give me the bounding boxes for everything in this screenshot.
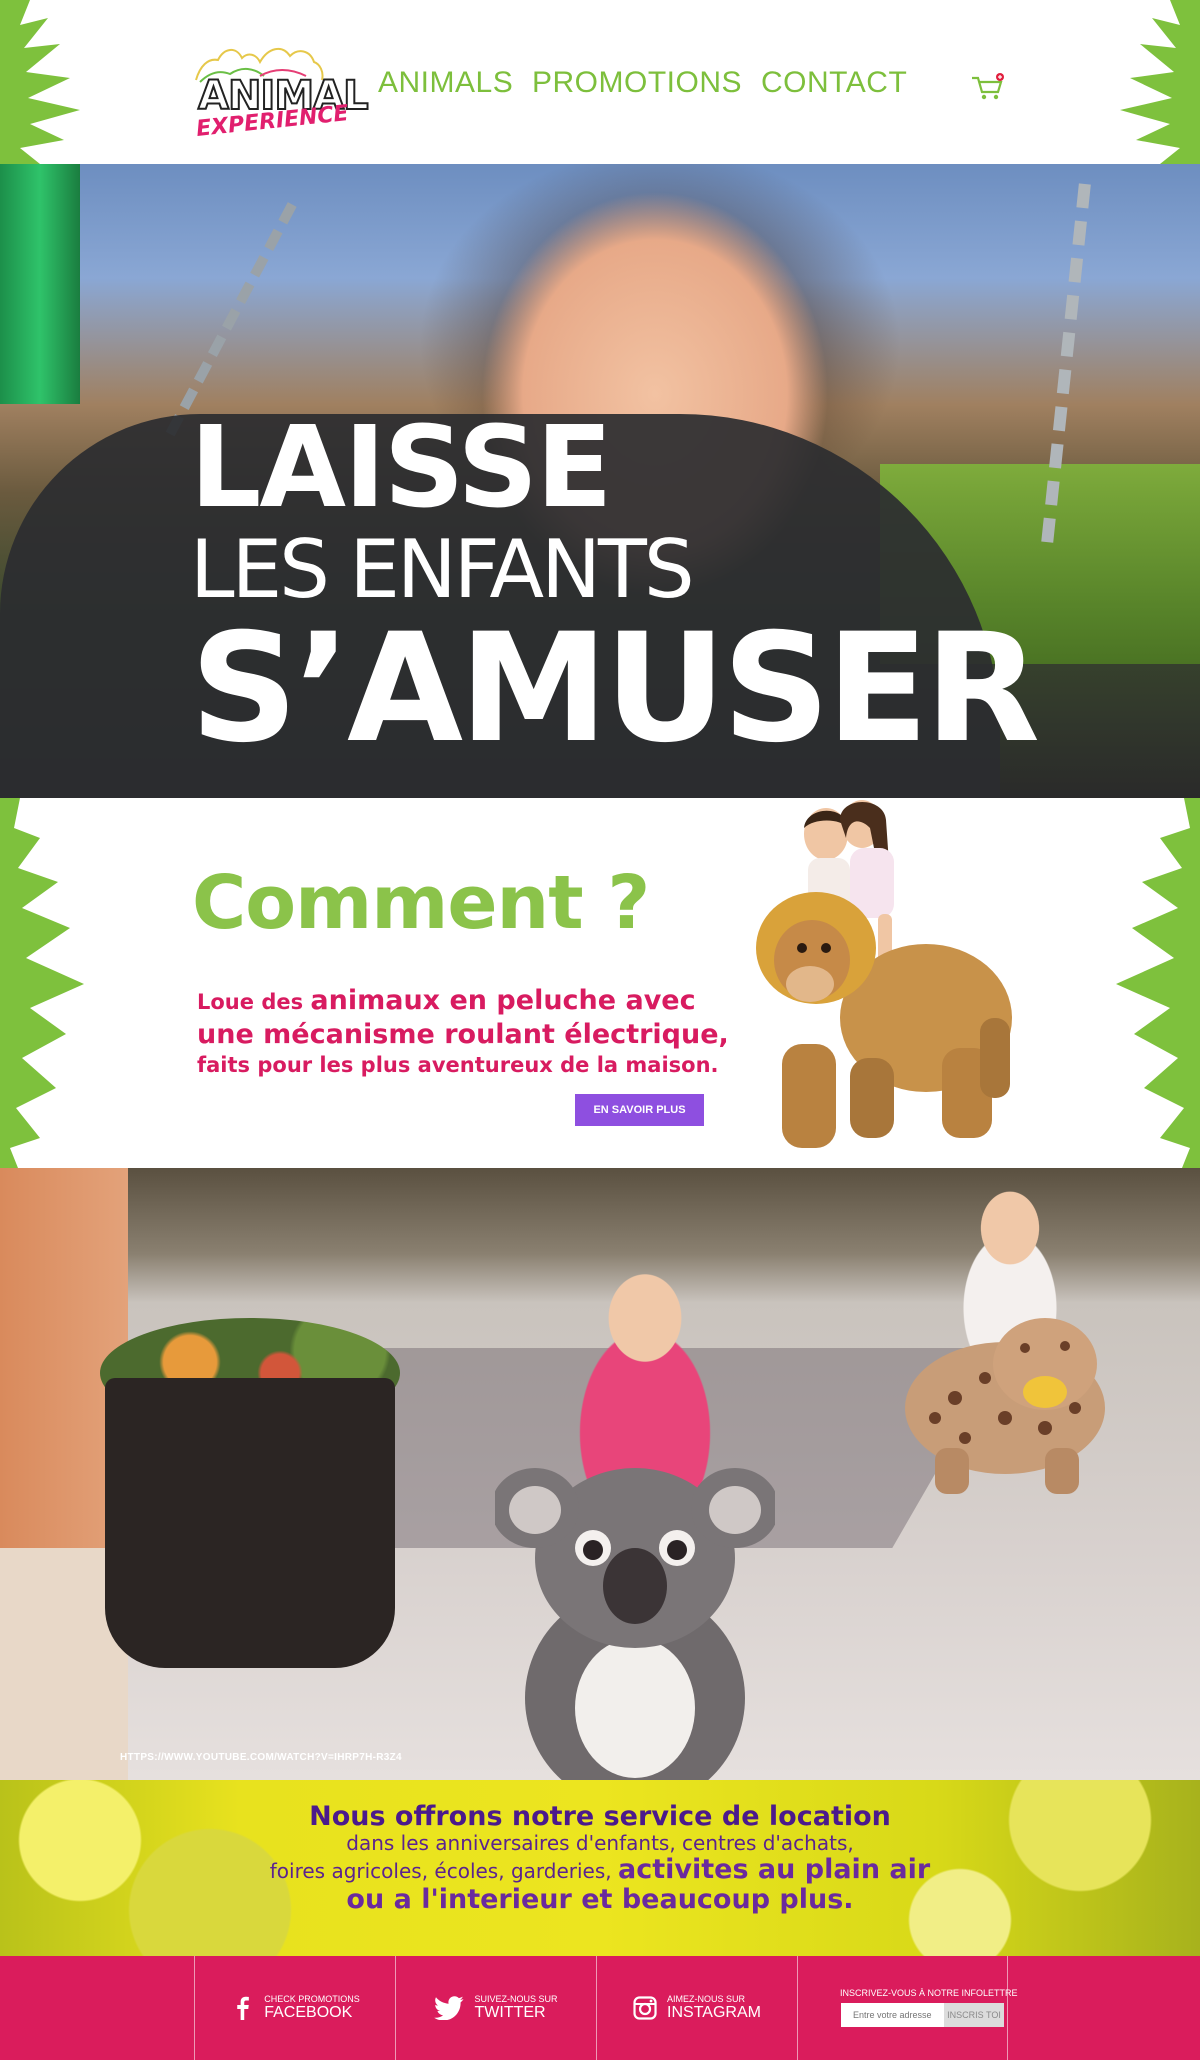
leopard-plush-image (905, 1318, 1105, 1494)
footer-instagram-column: AIMEZ-NOUS SUR INSTAGRAM (596, 1956, 797, 2060)
service-line3-text: foires agricoles, écoles, garderies, (269, 1858, 618, 1883)
video-url-caption[interactable]: HTTPS://WWW.YOUTUBE.COM/WATCH?V=IHRP7H-R… (120, 1752, 402, 1763)
hero-banner: LAISSE LES ENFANTS S’AMUSER (0, 164, 1200, 798)
service-line3-highlight: activites au plain air (617, 1853, 931, 1885)
description-part1: Loue des (197, 990, 311, 1014)
grass-left-decoration (0, 798, 84, 1168)
facebook-link[interactable]: CHECK PROMOTIONS FACEBOOK (230, 1994, 360, 2022)
site-logo[interactable]: ANIMAL EXPERIENCE (190, 38, 370, 142)
twitter-label: TWITTER (474, 2004, 546, 2021)
grass-right-decoration (1120, 0, 1200, 164)
grass-left-decoration (0, 0, 80, 164)
service-banner: Nous offrons notre service de location d… (0, 1780, 1200, 1956)
nav-contact[interactable]: CONTACT (761, 66, 907, 100)
hero-title-line3: S’AMUSER (190, 602, 1040, 776)
newsletter-label: INSCRIVEZ-VOUS À NOTRE INFOLETTRE (840, 1988, 1018, 1998)
site-footer: CHECK PROMOTIONS FACEBOOK SUIVEZ-NOUS SU… (0, 1956, 1200, 2060)
video-background-planter (105, 1378, 395, 1668)
instagram-small-label: AIMEZ-NOUS SUR (667, 1994, 746, 2004)
twitter-icon (434, 1996, 464, 2020)
kids-on-lion-plush-image (756, 800, 1012, 1148)
learn-more-button[interactable]: EN SAVOIR PLUS (575, 1094, 704, 1126)
how-it-works-section: Comment ? Loue des animaux en peluche av… (0, 798, 1200, 1168)
koala-plush-image (495, 1468, 775, 1780)
service-text-block: Nous offrons notre service de location d… (0, 1801, 1200, 1915)
description-part2: animaux en peluche avec (310, 985, 696, 1016)
video-player[interactable]: HTTPS://WWW.YOUTUBE.COM/WATCH?V=IHRP7H-R… (0, 1168, 1200, 1780)
section-description: Loue des animaux en peluche avec une méc… (197, 984, 757, 1078)
instagram-link[interactable]: AIMEZ-NOUS SUR INSTAGRAM (633, 1994, 761, 2022)
description-part3: une mécanisme roulant électrique, (197, 1018, 729, 1050)
footer-divider (1007, 1956, 1008, 2060)
hero-title-line2: LES ENFANTS (190, 523, 695, 616)
footer-twitter-column: SUIVEZ-NOUS SUR TWITTER (395, 1956, 596, 2060)
twitter-link[interactable]: SUIVEZ-NOUS SUR TWITTER (434, 1994, 558, 2022)
site-header: ANIMAL EXPERIENCE ANIMALS PROMOTIONS CON… (0, 0, 1200, 164)
description-part4: faits pour les plus aventureux de la mai… (197, 1052, 719, 1077)
service-headline: Nous offrons notre service de location (309, 1801, 891, 1832)
facebook-small-label: CHECK PROMOTIONS (264, 1994, 360, 2004)
service-line2: dans les anniversaires d'enfants, centre… (346, 1831, 854, 1856)
instagram-label: INSTAGRAM (667, 2004, 761, 2021)
hero-swing-pole (0, 164, 80, 404)
twitter-small-label: SUIVEZ-NOUS SUR (474, 1994, 558, 2004)
newsletter-subscribe-button[interactable]: INSCRIS TOI (944, 2003, 1004, 2027)
shopping-cart-icon[interactable] (970, 72, 1006, 102)
grass-right-decoration (1116, 798, 1200, 1168)
section-title: Comment ? (192, 860, 650, 946)
nav-promotions[interactable]: PROMOTIONS (532, 66, 742, 100)
facebook-label: FACEBOOK (264, 2004, 353, 2021)
nav-animals[interactable]: ANIMALS (378, 66, 513, 100)
service-line3: foires agricoles, écoles, garderies, act… (0, 1853, 1200, 1885)
service-line4: ou a l'interieur et beaucoup plus. (346, 1883, 854, 1915)
facebook-icon (230, 1996, 254, 2020)
instagram-icon (633, 1996, 657, 2020)
footer-facebook-column: CHECK PROMOTIONS FACEBOOK (194, 1956, 395, 2060)
hero-title-line1: LAISSE (190, 403, 613, 533)
newsletter-email-input[interactable] (841, 2003, 944, 2027)
